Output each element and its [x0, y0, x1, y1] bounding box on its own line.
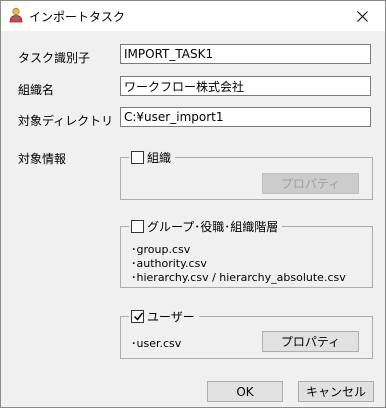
org-group: 組織 プロパティ	[120, 149, 373, 200]
group-role-checkbox[interactable]	[131, 220, 144, 233]
user-checkbox[interactable]	[131, 310, 144, 323]
checkmark-icon	[133, 312, 144, 321]
close-button[interactable]	[339, 1, 385, 31]
task-id-label: タスク識別子	[18, 51, 91, 65]
file-item: ･hierarchy.csv / hierarchy_absolute.csv	[131, 271, 346, 284]
org-group-legend: 組織	[129, 149, 176, 166]
org-group-label: 組織	[147, 151, 172, 165]
org-name-label: 組織名	[18, 83, 55, 97]
group-role-group: グループ･役職･組織階層 ･group.csv ･authority.csv ･…	[120, 218, 373, 288]
group-role-group-label: グループ･役職･組織階層	[147, 220, 279, 234]
target-info-label: 対象情報	[18, 152, 67, 166]
ok-button[interactable]: OK	[207, 381, 283, 402]
import-task-dialog: インポートタスク タスク識別子 組織名 対象ディレクトリ 対象情報 組織 プロパ…	[0, 0, 386, 408]
window-title: インポートタスク	[29, 10, 126, 24]
target-dir-input[interactable]	[120, 107, 371, 127]
close-icon	[356, 10, 368, 22]
title-bar: インポートタスク	[1, 1, 385, 31]
cancel-button[interactable]: キャンセル	[298, 381, 374, 402]
user-group: ユーザー ･user.csv プロパティ	[120, 308, 373, 359]
app-icon	[9, 7, 23, 23]
file-item: ･user.csv	[131, 337, 182, 350]
user-property-button[interactable]: プロパティ	[262, 331, 359, 352]
org-checkbox[interactable]	[131, 151, 144, 164]
target-dir-label: 対象ディレクトリ	[18, 114, 114, 128]
user-group-label: ユーザー	[147, 310, 195, 324]
task-id-input[interactable]	[120, 44, 371, 64]
group-role-group-legend: グループ･役職･組織階層	[129, 218, 283, 235]
org-property-button[interactable]: プロパティ	[262, 173, 359, 194]
user-group-legend: ユーザー	[129, 308, 199, 325]
org-name-input[interactable]	[120, 76, 371, 96]
